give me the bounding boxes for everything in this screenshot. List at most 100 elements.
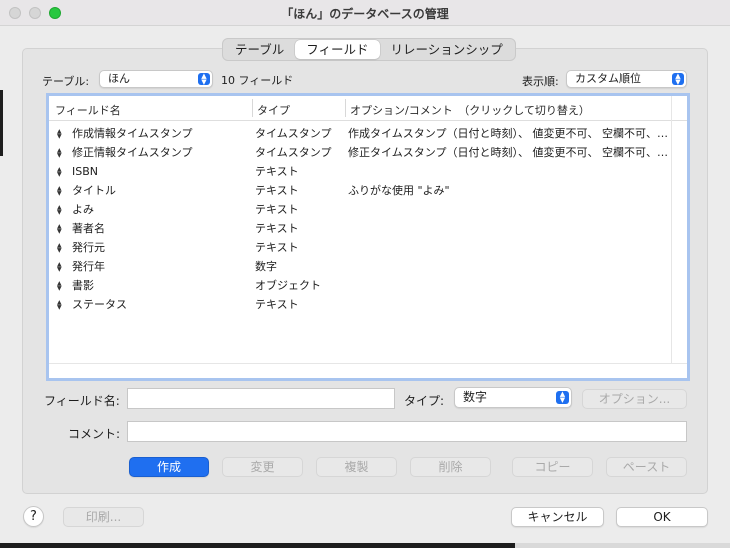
drag-handle-down-icon: ▼ xyxy=(57,190,62,197)
drag-handle-icon[interactable]: ▲ ▼ xyxy=(57,186,62,197)
field-type-cell: タイムスタンプ xyxy=(255,146,332,159)
background-edge xyxy=(0,543,515,548)
duplicate-button[interactable]: 複製 xyxy=(316,457,397,477)
table-row[interactable]: ▲ ▼ 発行年 数字 xyxy=(49,257,671,276)
list-header: フィールド名 タイプ オプション/コメント （クリックして切り替え） xyxy=(49,96,687,121)
create-button[interactable]: 作成 xyxy=(129,457,209,477)
field-type-cell: オブジェクト xyxy=(255,279,321,292)
help-button[interactable]: ? xyxy=(23,506,44,527)
updown-arrows-icon: ▲ ▼ xyxy=(198,73,210,86)
drag-handle-down-icon: ▼ xyxy=(57,304,62,311)
field-name-cell: 修正情報タイムスタンプ xyxy=(72,146,193,159)
drag-handle-icon[interactable]: ▲ ▼ xyxy=(57,167,62,178)
type-label: タイプ: xyxy=(404,394,445,408)
delete-button[interactable]: 削除 xyxy=(410,457,491,477)
copy-button[interactable]: コピー xyxy=(512,457,593,477)
ok-button[interactable]: OK xyxy=(616,507,708,527)
fields-list[interactable]: フィールド名 タイプ オプション/コメント （クリックして切り替え） ▲ ▼ 作成情… xyxy=(46,93,690,381)
table-row[interactable]: ▲ ▼ 書影 オブジェクト xyxy=(49,276,671,295)
change-button[interactable]: 変更 xyxy=(222,457,303,477)
drag-handle-icon[interactable]: ▲ ▼ xyxy=(57,262,62,273)
background-edge xyxy=(515,543,730,548)
field-name-cell: 発行元 xyxy=(72,241,105,254)
comment-label: コメント: xyxy=(68,427,121,441)
field-type-cell: テキスト xyxy=(255,222,299,235)
column-header-type[interactable]: タイプ xyxy=(257,102,290,118)
field-name-label: フィールド名: xyxy=(44,394,120,408)
field-type-cell: テキスト xyxy=(255,165,299,178)
column-header-name[interactable]: フィールド名 xyxy=(55,102,121,118)
field-name-cell: ISBN xyxy=(72,165,99,178)
drag-handle-icon[interactable]: ▲ ▼ xyxy=(57,129,62,140)
field-name-cell: 著者名 xyxy=(72,222,105,235)
sort-select[interactable]: カスタム順位 ▲ ▼ xyxy=(566,70,687,88)
field-type-cell: テキスト xyxy=(255,298,299,311)
drag-handle-icon[interactable]: ▲ ▼ xyxy=(57,300,62,311)
tab-fields[interactable]: フィールド xyxy=(295,40,380,59)
table-select[interactable]: ほん ▲ ▼ xyxy=(99,70,213,88)
drag-handle-down-icon: ▼ xyxy=(57,228,62,235)
drag-handle-icon[interactable]: ▲ ▼ xyxy=(57,243,62,254)
drag-handle-down-icon: ▼ xyxy=(57,209,62,216)
drag-handle-down-icon: ▼ xyxy=(57,247,62,254)
table-select-value: ほん xyxy=(108,72,130,85)
drag-handle-down-icon: ▼ xyxy=(57,285,62,292)
drag-handle-down-icon: ▼ xyxy=(57,171,62,178)
table-row[interactable]: ▲ ▼ 著者名 テキスト xyxy=(49,219,671,238)
sort-select-label: 表示順: xyxy=(522,75,559,88)
updown-arrows-icon: ▲ ▼ xyxy=(556,391,569,404)
drag-handle-down-icon: ▼ xyxy=(57,133,62,140)
tab-relationships[interactable]: リレーションシップ xyxy=(380,40,514,59)
table-select-label: テーブル: xyxy=(42,75,90,88)
comment-input[interactable] xyxy=(127,421,687,442)
table-row[interactable]: ▲ ▼ ISBN テキスト xyxy=(49,162,671,181)
table-row[interactable]: ▲ ▼ よみ テキスト xyxy=(49,200,671,219)
updown-arrows-icon: ▲ ▼ xyxy=(672,73,684,86)
background-edge xyxy=(0,90,3,156)
tab-bar: テーブル フィールド リレーションシップ xyxy=(222,38,516,61)
table-row[interactable]: ▲ ▼ 作成情報タイムスタンプ タイムスタンプ 作成タイムスタンプ（日付と時刻）、 値変… xyxy=(49,124,671,143)
field-type-cell: テキスト xyxy=(255,241,299,254)
field-name-cell: 作成情報タイムスタンプ xyxy=(72,127,193,140)
table-row[interactable]: ▲ ▼ 修正情報タイムスタンプ タイムスタンプ 修正タイムスタンプ（日付と時刻）、 値変… xyxy=(49,143,671,162)
drag-handle-down-icon: ▼ xyxy=(57,152,62,159)
column-divider[interactable] xyxy=(345,99,346,117)
field-name-cell: 発行年 xyxy=(72,260,105,273)
field-type-cell: テキスト xyxy=(255,203,299,216)
drag-handle-icon[interactable]: ▲ ▼ xyxy=(57,224,62,235)
title-bar: 「ほん」のデータベースの管理 xyxy=(0,0,730,26)
list-bottom-divider xyxy=(49,363,687,364)
table-row[interactable]: ▲ ▼ ステータス テキスト xyxy=(49,295,671,314)
cancel-button[interactable]: キャンセル xyxy=(511,507,604,527)
options-button[interactable]: オプション... xyxy=(582,389,687,409)
field-name-cell: よみ xyxy=(72,203,94,216)
field-name-cell: ステータス xyxy=(72,298,127,311)
field-name-cell: タイトル xyxy=(72,184,116,197)
drag-handle-down-icon: ▼ xyxy=(57,266,62,273)
type-select[interactable]: 数字 ▲ ▼ xyxy=(454,387,572,408)
field-options-cell[interactable]: ふりがな使用 "よみ" xyxy=(348,181,670,200)
list-rows: ▲ ▼ 作成情報タイムスタンプ タイムスタンプ 作成タイムスタンプ（日付と時刻）、 値変… xyxy=(49,124,671,314)
field-type-cell: 数字 xyxy=(255,260,277,273)
field-count: 10 フィールド xyxy=(221,74,294,87)
field-type-cell: タイムスタンプ xyxy=(255,127,332,140)
paste-button[interactable]: ペースト xyxy=(606,457,687,477)
field-name-cell: 書影 xyxy=(72,279,94,292)
field-name-input[interactable] xyxy=(127,388,395,409)
drag-handle-icon[interactable]: ▲ ▼ xyxy=(57,205,62,216)
drag-handle-icon[interactable]: ▲ ▼ xyxy=(57,148,62,159)
tab-tables[interactable]: テーブル xyxy=(224,40,295,59)
type-select-value: 数字 xyxy=(463,390,488,404)
print-button[interactable]: 印刷... xyxy=(63,507,144,527)
window-title: 「ほん」のデータベースの管理 xyxy=(281,7,449,21)
sort-select-value: カスタム順位 xyxy=(575,72,641,85)
drag-handle-icon[interactable]: ▲ ▼ xyxy=(57,281,62,292)
column-divider[interactable] xyxy=(252,99,253,117)
field-options-cell[interactable]: 作成タイムスタンプ（日付と時刻）、 値変更不可、 空欄不可、 西暦… xyxy=(348,124,670,143)
scroll-divider xyxy=(671,96,672,364)
column-header-options[interactable]: オプション/コメント （クリックして切り替え） xyxy=(350,102,590,118)
table-row[interactable]: ▲ ▼ タイトル テキスト ふりがな使用 "よみ" xyxy=(49,181,671,200)
field-options-cell[interactable]: 修正タイムスタンプ（日付と時刻）、 値変更不可、 空欄不可、 西暦… xyxy=(348,143,670,162)
table-row[interactable]: ▲ ▼ 発行元 テキスト xyxy=(49,238,671,257)
field-type-cell: テキスト xyxy=(255,184,299,197)
